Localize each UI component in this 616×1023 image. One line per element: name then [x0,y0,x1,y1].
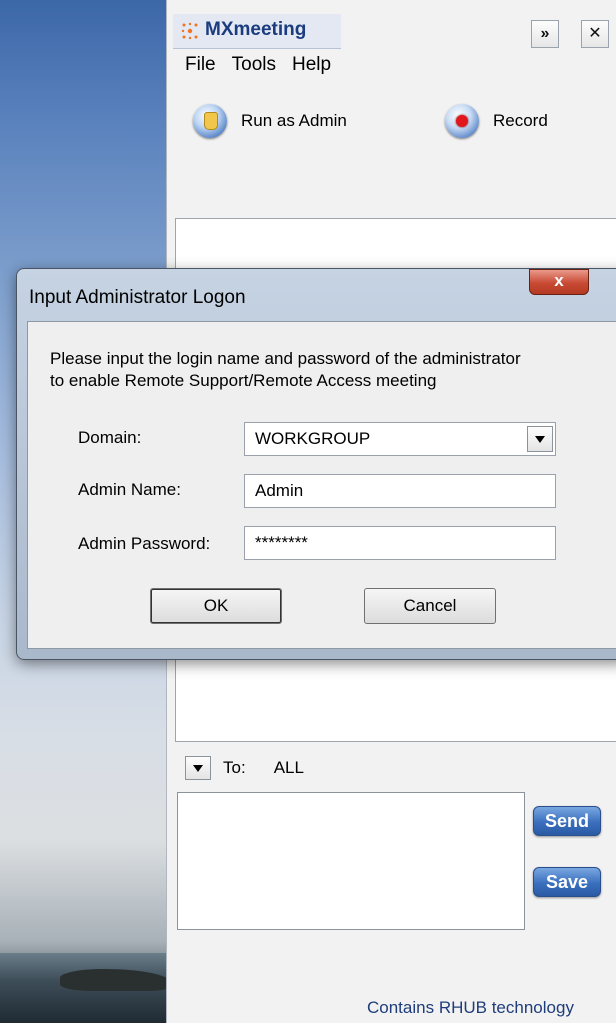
domain-dropdown-icon[interactable] [527,426,553,452]
record-icon [445,104,479,138]
run-as-admin-button[interactable]: Run as Admin [193,104,347,138]
run-as-admin-label: Run as Admin [241,111,347,130]
record-button[interactable]: Record [445,104,548,138]
record-label: Record [493,111,548,130]
save-button[interactable]: Save [533,867,601,897]
menu-bar: File Tools Help [185,54,331,80]
admin-password-value: ******** [255,533,308,552]
collapse-button[interactable]: » [531,20,559,48]
domain-label: Domain: [78,428,142,447]
message-input[interactable] [177,792,525,930]
send-button[interactable]: Send [533,806,601,836]
to-label: To: [223,758,246,777]
close-button[interactable]: ✕ [581,20,609,48]
recipient-row: To: ALL [185,756,304,780]
dialog-message-line-2: to enable Remote Support/Remote Access m… [50,371,437,390]
admin-password-input[interactable]: ******** [244,526,556,560]
footer-credit: Contains RHUB technology [367,998,574,1017]
admin-logon-dialog: Input Administrator Logon x Please input… [16,268,616,660]
dialog-title: Input Administrator Logon [29,287,246,308]
app-title: MXmeeting [205,19,307,40]
menu-tools[interactable]: Tools [232,54,276,80]
admin-key-icon [193,104,227,138]
dialog-close-button[interactable]: x [529,269,589,295]
mxmeeting-logo-icon [181,22,198,40]
admin-name-value: Admin [255,481,304,500]
menu-help[interactable]: Help [292,54,331,80]
dialog-body: Please input the login name and password… [27,321,616,649]
domain-value: WORKGROUP [255,429,371,448]
admin-name-input[interactable]: Admin [244,474,556,508]
title-tab: MXmeeting [173,14,341,49]
recipient-dropdown-button[interactable] [185,756,211,780]
title-bar: MXmeeting » ✕ [167,14,616,49]
dialog-message-line-1: Please input the login name and password… [50,349,521,368]
to-value: ALL [273,758,304,777]
admin-password-label: Admin Password: [78,534,211,553]
cancel-button[interactable]: Cancel [364,588,496,624]
ok-button[interactable]: OK [150,588,282,624]
domain-select[interactable]: WORKGROUP [244,422,556,456]
dialog-message: Please input the login name and password… [50,348,610,392]
admin-name-label: Admin Name: [78,480,181,499]
menu-file[interactable]: File [185,54,216,80]
